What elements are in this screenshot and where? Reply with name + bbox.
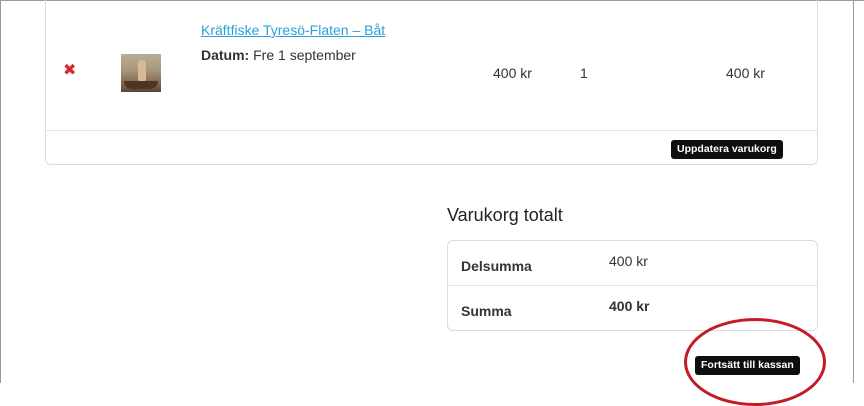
total-value: 400 kr xyxy=(609,298,650,314)
close-icon[interactable]: ✖ xyxy=(63,63,77,79)
item-price: 400 kr xyxy=(493,65,532,81)
product-name-link[interactable]: Kräftfiske Tyresö-Flaten – Båt xyxy=(201,22,385,38)
item-subtotal: 400 kr xyxy=(726,65,765,81)
page-border-right xyxy=(853,0,854,383)
thumbnail-person xyxy=(138,60,146,82)
date-value: Fre 1 september xyxy=(253,47,356,63)
subtotal-value: 400 kr xyxy=(609,253,648,269)
product-date: Datum: Fre 1 september xyxy=(201,47,356,63)
subtotal-label: Delsumma xyxy=(461,258,532,274)
product-thumbnail[interactable] xyxy=(121,54,161,92)
date-label: Datum: xyxy=(201,47,250,63)
cart-totals-title: Varukorg totalt xyxy=(447,205,563,225)
item-quantity[interactable]: 1 xyxy=(580,65,588,81)
cart-totals-divider xyxy=(447,285,818,286)
page-border-left xyxy=(0,0,1,383)
thumbnail-boat xyxy=(124,81,158,89)
cart-row-divider xyxy=(45,130,818,131)
total-label: Summa xyxy=(461,303,512,319)
update-cart-button[interactable]: Uppdatera varukorg xyxy=(671,140,783,159)
checkout-button[interactable]: Fortsätt till kassan xyxy=(695,356,800,375)
